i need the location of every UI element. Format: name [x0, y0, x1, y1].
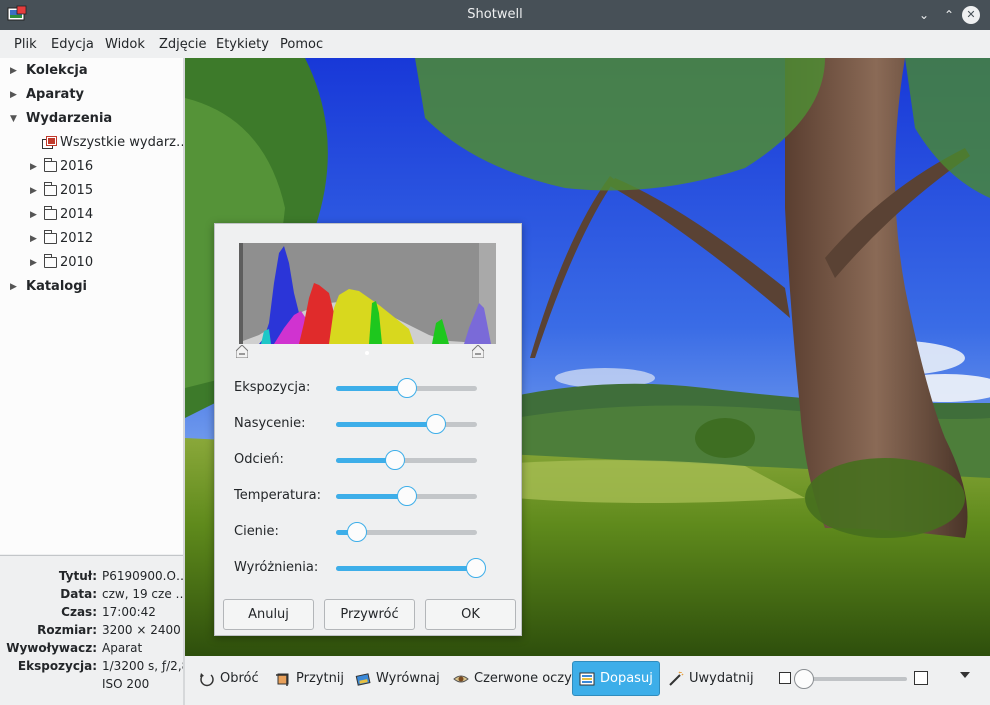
expand-arrow-icon[interactable]: ▶	[10, 275, 20, 299]
slider-shadows[interactable]: Cienie:	[215, 520, 523, 544]
toolbar-menu-arrow-icon[interactable]	[960, 672, 970, 678]
zoom-slider-thumb[interactable]	[794, 669, 814, 689]
collapse-arrow-icon[interactable]: ▼	[10, 107, 20, 131]
close-button[interactable]: ✕	[962, 6, 980, 24]
events-icon	[42, 136, 57, 149]
meta-title: Tytuł: P6190900.O…	[58, 569, 183, 583]
expand-arrow-icon[interactable]: ▶	[30, 179, 40, 203]
meta-date: Data: czw, 19 cze …	[60, 587, 183, 601]
expand-arrow-icon[interactable]: ▶	[30, 251, 40, 275]
slider-thumb[interactable]	[465, 558, 486, 578]
expand-arrow-icon[interactable]: ▶	[30, 227, 40, 251]
folder-icon	[43, 182, 57, 196]
cancel-button[interactable]: Anuluj	[223, 599, 314, 630]
menu-help[interactable]: Pomoc	[280, 37, 323, 52]
sidebar: ▶ Kolekcja ▶ Aparaty ▼ Wydarzenia Wszyst…	[0, 58, 189, 554]
redeye-button[interactable]: Czerwone oczy	[447, 661, 578, 696]
slider-fill	[336, 566, 476, 571]
menu-bar: Plik Edycja Widok Zdjęcie Etykiety Pomoc	[0, 30, 990, 58]
magic-wand-icon	[669, 670, 684, 686]
slider-track[interactable]	[336, 522, 477, 542]
slider-thumb[interactable]	[347, 522, 368, 542]
straighten-button[interactable]: Wyrównaj	[349, 661, 446, 696]
folder-icon	[43, 206, 57, 220]
expand-arrow-icon[interactable]: ▶	[10, 59, 20, 83]
slider-track[interactable]	[336, 414, 477, 434]
histogram	[239, 243, 496, 344]
enhance-button[interactable]: Uwydatnij	[662, 661, 760, 696]
menu-edit[interactable]: Edycja	[51, 37, 94, 52]
slider-track[interactable]	[336, 558, 486, 578]
meta-exposure: Ekspozycja: 1/3200 s, ƒ/2,8	[17, 659, 183, 673]
adjust-icon	[579, 672, 595, 685]
crop-icon	[276, 673, 289, 686]
reset-button[interactable]: Przywróć	[324, 599, 415, 630]
maximize-button[interactable]: ⌃	[940, 6, 958, 24]
slider-thumb[interactable]	[396, 486, 417, 506]
window-title: Shotwell	[467, 7, 523, 22]
eye-icon	[453, 675, 469, 682]
meta-developer: Wywoływacz: Aparat	[6, 641, 143, 655]
menu-file[interactable]: Plik	[14, 37, 37, 52]
ok-button[interactable]: OK	[425, 599, 516, 630]
slider-thumb[interactable]	[396, 378, 417, 398]
adjust-button[interactable]: Dopasuj	[572, 661, 660, 696]
folder-icon	[43, 254, 57, 268]
slider-temperature[interactable]: Temperatura:	[215, 484, 523, 508]
slider-tint[interactable]: Odcień:	[215, 448, 523, 472]
slider-track[interactable]	[336, 486, 477, 506]
histogram-right-handle[interactable]	[472, 345, 484, 358]
metadata-panel: Tytuł: P6190900.O… Data: czw, 19 cze … C…	[0, 555, 183, 705]
adjust-dialog: Ekspozycja: Nasycenie: Odcień: Temperatu…	[214, 223, 522, 636]
rotate-icon	[200, 672, 214, 686]
meta-iso: ISO 200	[102, 677, 150, 691]
crop-button[interactable]: Przytnij	[269, 661, 350, 696]
folder-icon	[43, 230, 57, 244]
menu-tags[interactable]: Etykiety	[216, 37, 269, 52]
slider-highlights[interactable]: Wyróżnienia:	[215, 556, 523, 580]
slider-exposure[interactable]: Ekspozycja:	[215, 376, 523, 400]
slider-track[interactable]	[336, 450, 477, 470]
expand-arrow-icon[interactable]: ▶	[30, 203, 40, 227]
meta-size: Rozmiar: 3200 × 2400	[37, 623, 181, 637]
histogram-left-handle[interactable]	[236, 345, 248, 358]
meta-time: Czas: 17:00:42	[61, 605, 156, 619]
menu-view[interactable]: Widok	[105, 37, 145, 52]
minimize-button[interactable]: ⌄	[915, 6, 933, 24]
zoom-in-icon[interactable]	[914, 671, 928, 685]
zoom-out-icon[interactable]	[779, 672, 791, 684]
slider-track[interactable]	[336, 378, 477, 398]
straighten-icon	[355, 672, 371, 686]
slider-thumb[interactable]	[426, 414, 447, 434]
slider-fill	[336, 494, 407, 499]
slider-fill	[336, 422, 437, 427]
expand-arrow-icon[interactable]: ▶	[10, 83, 20, 107]
slider-saturation[interactable]: Nasycenie:	[215, 412, 523, 436]
title-bar: Shotwell ⌄ ⌃ ✕	[0, 0, 990, 30]
editing-toolbar: Obróć Przytnij Wyrównaj Czerwone oczy Do…	[185, 656, 990, 705]
folder-icon	[43, 158, 57, 172]
slider-thumb[interactable]	[385, 450, 406, 470]
menu-photo[interactable]: Zdjęcie	[159, 37, 207, 52]
rotate-button[interactable]: Obróć	[193, 661, 265, 696]
slider-fill	[336, 386, 407, 391]
histogram-midpoint	[365, 351, 369, 355]
expand-arrow-icon[interactable]: ▶	[30, 155, 40, 179]
